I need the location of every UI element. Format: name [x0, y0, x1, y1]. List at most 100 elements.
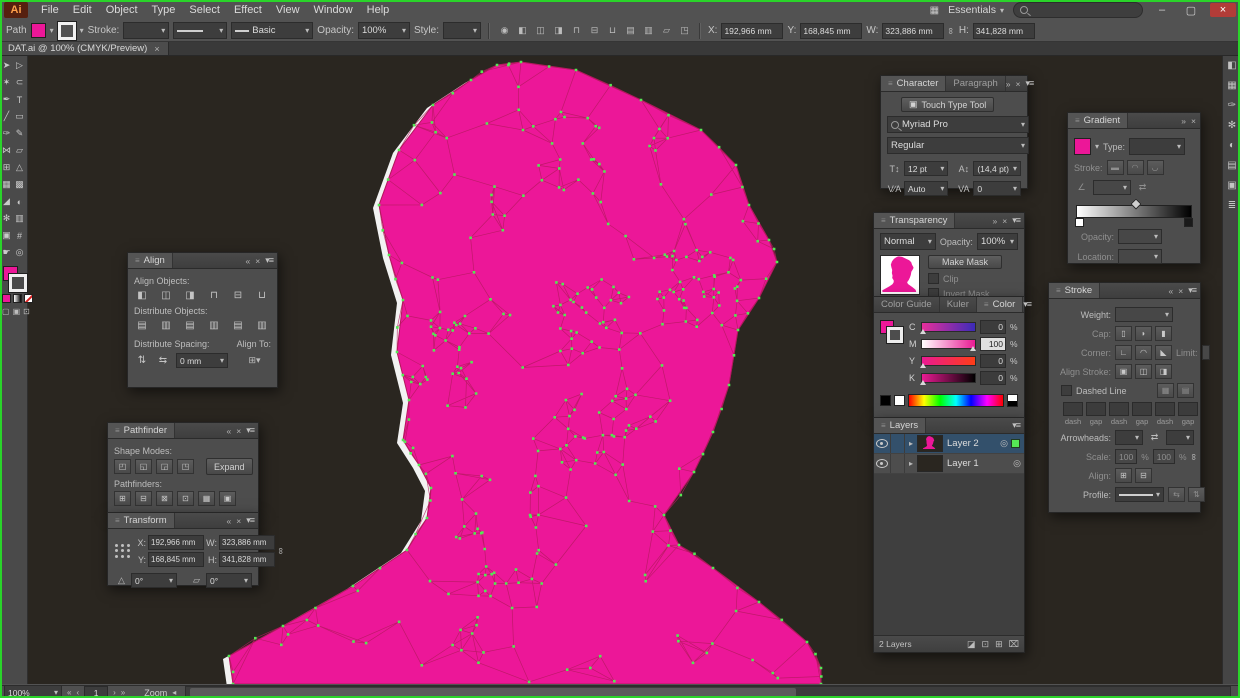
- height-field[interactable]: 341,828 mm: [973, 23, 1035, 39]
- align-right-icon[interactable]: ◨: [551, 24, 566, 38]
- transparency-opacity-select[interactable]: 100%▾: [977, 233, 1018, 250]
- y-position-field[interactable]: 168,845 mm: [800, 23, 862, 39]
- constrain-proportions-icon[interactable]: ∞: [276, 548, 286, 554]
- panel-menu-icon[interactable]: ▾≡: [246, 425, 254, 436]
- dash-gap-field[interactable]: [1132, 402, 1152, 416]
- arrowhead-start-select[interactable]: ▾: [1115, 430, 1143, 445]
- shear-angle-select[interactable]: 0°▾: [206, 573, 252, 588]
- character-panel-tab[interactable]: ≡Character: [881, 76, 946, 91]
- disclosure-icon[interactable]: ▸: [905, 439, 917, 448]
- collapse-icon[interactable]: »: [993, 216, 998, 226]
- last-artboard-button[interactable]: »: [121, 688, 125, 697]
- dashed-line-checkbox[interactable]: [1061, 385, 1072, 396]
- selection-tool[interactable]: ➤: [0, 57, 13, 74]
- dash-gap-field[interactable]: [1178, 402, 1198, 416]
- distribute-h-icon[interactable]: ▤: [623, 24, 638, 38]
- distribute-left-icon[interactable]: ▥: [206, 318, 222, 332]
- touch-type-tool-button[interactable]: ▣ Touch Type Tool: [901, 97, 994, 112]
- close-icon[interactable]: ×: [1178, 286, 1183, 296]
- close-icon[interactable]: ×: [1191, 116, 1196, 126]
- flip-along-icon[interactable]: ⇆: [1168, 487, 1185, 502]
- preserve-dash-icon[interactable]: ▦: [1157, 383, 1174, 398]
- stroke-inside-icon[interactable]: ◫: [1135, 364, 1152, 379]
- collapse-icon[interactable]: «: [227, 426, 232, 436]
- x-position-field[interactable]: 192,966 mm: [721, 23, 783, 39]
- reference-point-locator[interactable]: [114, 543, 131, 560]
- artboard-tool[interactable]: ▣: [0, 227, 13, 244]
- stroke-outside-icon[interactable]: ◨: [1155, 364, 1172, 379]
- tracking-select[interactable]: 0▾: [973, 181, 1021, 196]
- width-field[interactable]: 323,886 mm: [882, 23, 944, 39]
- artboards-panel-icon[interactable]: ▣: [1225, 179, 1239, 192]
- gradient-slider[interactable]: [1076, 200, 1192, 224]
- align-h-center-icon[interactable]: ◫: [158, 288, 174, 302]
- collapse-icon[interactable]: «: [1169, 286, 1174, 296]
- dash-gap-field[interactable]: [1086, 402, 1106, 416]
- stroke-center-icon[interactable]: ▣: [1115, 364, 1132, 379]
- slider-marker-icon[interactable]: [920, 363, 926, 368]
- round-cap-icon[interactable]: ◗: [1135, 326, 1152, 341]
- layer-name[interactable]: Layer 1: [947, 458, 1013, 469]
- bevel-join-icon[interactable]: ◣: [1155, 345, 1172, 360]
- visibility-cell[interactable]: [874, 434, 891, 453]
- hand-tool[interactable]: ☛: [0, 244, 13, 261]
- swap-arrowheads-icon[interactable]: ⇄: [1147, 431, 1162, 445]
- dash-align-2-icon[interactable]: ⊟: [1135, 468, 1152, 483]
- perspective-grid-tool[interactable]: △: [13, 159, 26, 176]
- eye-icon[interactable]: [876, 439, 888, 448]
- horizontal-scrollbar[interactable]: [185, 686, 1231, 698]
- panel-menu-icon[interactable]: ▾≡: [1023, 299, 1031, 310]
- exclude-icon[interactable]: ◳: [177, 459, 194, 474]
- screen-mode-icon[interactable]: ⊡: [23, 307, 30, 316]
- panel-menu-icon[interactable]: ▾≡: [1012, 215, 1020, 226]
- transparency-panel-tab[interactable]: ≡Transparency: [874, 213, 955, 228]
- stroke-proxy-swatch[interactable]: [887, 327, 903, 343]
- magic-wand-tool[interactable]: ✶: [0, 74, 13, 91]
- stroke-color-swatch[interactable]: [58, 22, 76, 40]
- close-icon[interactable]: ×: [1016, 79, 1021, 89]
- pencil-tool[interactable]: ✎: [13, 125, 26, 142]
- layer-row[interactable]: ▸Layer 2◎: [874, 434, 1024, 454]
- color-spectrum[interactable]: [908, 394, 1004, 407]
- collapse-icon[interactable]: «: [246, 256, 251, 266]
- collapse-icon[interactable]: »: [1181, 116, 1186, 126]
- paintbrush-tool[interactable]: ✑: [0, 125, 13, 142]
- crop-icon[interactable]: ⊡: [177, 491, 194, 506]
- font-style-select[interactable]: Regular▾: [887, 137, 1029, 154]
- align-left-icon[interactable]: ◧: [134, 288, 150, 302]
- recolor-artwork-icon[interactable]: ◉: [497, 24, 512, 38]
- font-family-select[interactable]: Myriad Pro▾: [887, 116, 1029, 133]
- navigator-panel-icon[interactable]: ≣: [1225, 199, 1239, 212]
- collapse-icon[interactable]: «: [227, 516, 232, 526]
- reverse-gradient-icon[interactable]: ⇄: [1135, 181, 1150, 195]
- layer-name[interactable]: Layer 2: [947, 438, 1000, 449]
- unite-icon[interactable]: ◰: [114, 459, 131, 474]
- free-transform-tool[interactable]: ▱: [13, 142, 26, 159]
- distribute-bottom-icon[interactable]: ▤: [182, 318, 198, 332]
- align-h-center-icon[interactable]: ◫: [533, 24, 548, 38]
- stroke-panel-tab[interactable]: ≡Stroke: [1049, 283, 1100, 298]
- rotate-angle-select[interactable]: 0°▾: [131, 573, 177, 588]
- gradient-angle-field[interactable]: ▾: [1093, 180, 1131, 195]
- zoom-tool[interactable]: ◎: [13, 244, 26, 261]
- arrowhead-end-select[interactable]: ▾: [1166, 430, 1194, 445]
- panel-menu-icon[interactable]: ▾≡: [1012, 420, 1020, 431]
- symbols-panel-icon[interactable]: ✻: [1225, 119, 1239, 132]
- opacity-select[interactable]: 100%▾: [358, 22, 410, 39]
- menu-effect[interactable]: Effect: [227, 0, 269, 20]
- line-tool[interactable]: ╱: [0, 108, 13, 125]
- column-graph-tool[interactable]: ▥: [13, 210, 26, 227]
- make-mask-button[interactable]: Make Mask: [928, 255, 1002, 269]
- miter-join-icon[interactable]: ∟: [1115, 345, 1132, 360]
- leading-select[interactable]: (14,4 pt)▾: [973, 161, 1021, 176]
- dash-align-1-icon[interactable]: ⊞: [1115, 468, 1132, 483]
- kerning-select[interactable]: Auto▾: [904, 181, 948, 196]
- search-input[interactable]: [1013, 2, 1143, 18]
- align-bottom-icon[interactable]: ⊔: [605, 24, 620, 38]
- transform-w-field[interactable]: 323,886 mm: [219, 535, 275, 550]
- shape-builder-tool[interactable]: ⊞: [0, 159, 13, 176]
- color-tab[interactable]: ≡Color: [977, 297, 1023, 312]
- outline-icon[interactable]: ▦: [198, 491, 215, 506]
- gradient-opacity-select[interactable]: ▾: [1118, 229, 1162, 244]
- black-swatch[interactable]: [880, 395, 891, 406]
